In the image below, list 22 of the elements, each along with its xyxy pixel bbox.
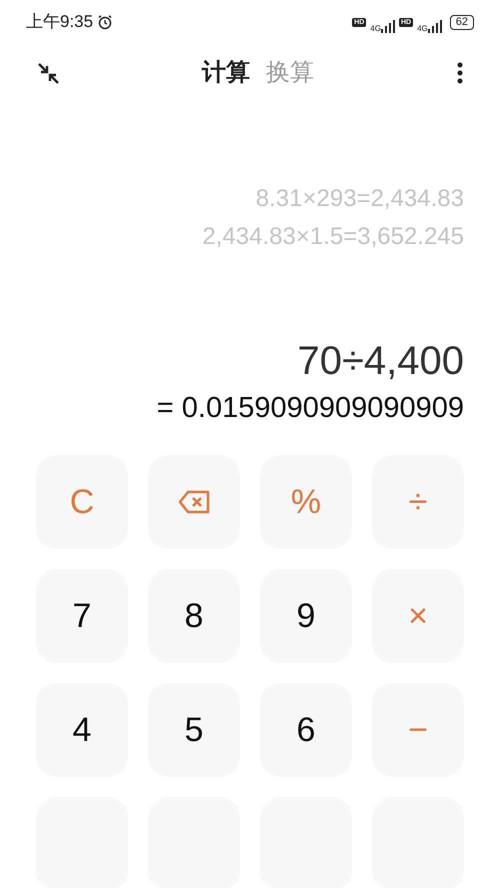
history-entry: 2,434.83×1.5=3,652.245: [202, 223, 464, 250]
digit-key[interactable]: 8: [148, 569, 240, 663]
collapse-icon[interactable]: [36, 61, 60, 85]
status-time: 上午9:35: [26, 11, 94, 34]
digit-key[interactable]: 9: [260, 569, 352, 663]
expression-text: 70÷4,400: [297, 339, 464, 383]
signal-icon: [380, 20, 395, 33]
mode-tab[interactable]: 计算: [194, 55, 258, 91]
result-text: = 0.0159090909090909: [156, 392, 464, 424]
backspace-key[interactable]: [148, 455, 240, 549]
backspace-icon: [178, 490, 210, 514]
signal-icon: [428, 20, 442, 33]
network-label: 4G: [370, 25, 381, 33]
network-label: 4G: [417, 25, 428, 33]
digit-key[interactable]: 7: [36, 569, 128, 663]
digit-key[interactable]: 5: [148, 683, 240, 777]
digit-key[interactable]: 6: [260, 683, 352, 777]
more-menu-icon[interactable]: [456, 61, 464, 85]
digit-key[interactable]: 4: [36, 683, 128, 777]
alarm-icon: [97, 14, 114, 30]
history-entry: 8.31×293=2,434.83: [256, 185, 464, 212]
battery-indicator: 62: [450, 14, 474, 30]
